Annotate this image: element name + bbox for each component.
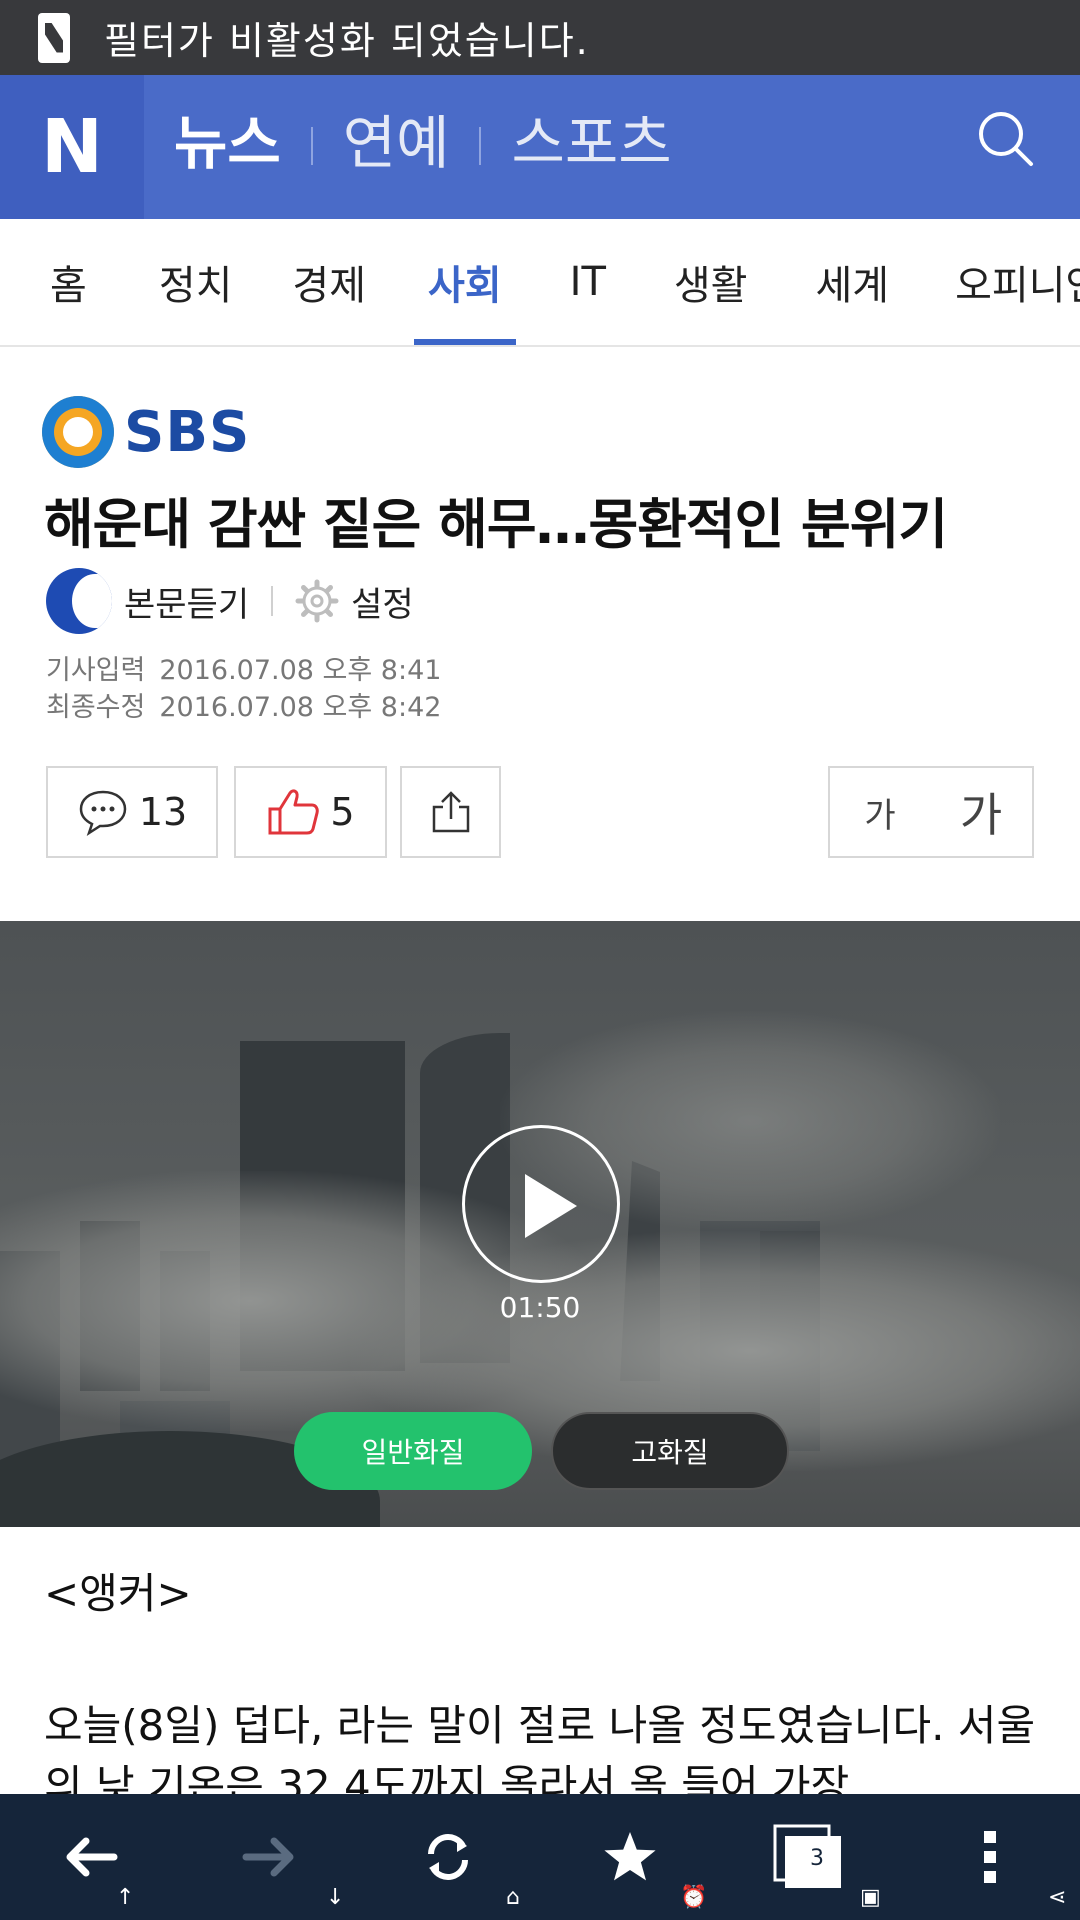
tabs-icon xyxy=(773,1824,841,1888)
listen-icon[interactable] xyxy=(46,568,112,634)
arrow-up-icon: ↑ xyxy=(116,1885,135,1910)
section-tabs: 뉴스 연예 스포츠 xyxy=(174,96,672,180)
more-vert-icon xyxy=(984,1831,996,1883)
category-opinion[interactable]: 오피니언 xyxy=(955,219,1080,345)
share-small-icon: ⋖ xyxy=(1048,1885,1067,1910)
arrow-right-icon xyxy=(242,1837,294,1877)
tab-entertainment[interactable]: 연예 xyxy=(343,96,450,180)
listen-label[interactable]: 본문듣기 xyxy=(124,577,249,626)
category-economy[interactable]: 경제 xyxy=(292,219,366,345)
back-button[interactable]: ↑ xyxy=(30,1794,150,1920)
modified-date: 2016.07.08 오후 8:42 xyxy=(159,692,442,723)
press-logo[interactable]: SBS xyxy=(42,396,250,468)
tabs-button[interactable]: 3 ▣ xyxy=(748,1794,881,1920)
play-button[interactable] xyxy=(462,1125,620,1283)
category-home[interactable]: 홈 xyxy=(50,219,87,345)
category-politics[interactable]: 정치 xyxy=(159,219,233,345)
arrow-left-icon xyxy=(66,1837,118,1877)
category-world[interactable]: 세계 xyxy=(815,219,889,345)
article-headline: 해운대 감싼 짙은 해무…몽환적인 분위기 xyxy=(44,493,948,556)
alarm-icon: ⏰ xyxy=(680,1885,708,1910)
comment-count: 13 xyxy=(138,790,188,834)
video-player[interactable]: 01:50 일반화질 고화질 xyxy=(0,921,1080,1527)
menu-button[interactable]: ⋖ xyxy=(930,1794,1066,1920)
share-icon xyxy=(432,791,469,833)
arrow-down-icon: ↓ xyxy=(326,1885,345,1910)
site-header: N 뉴스 연예 스포츠 xyxy=(0,75,1080,219)
browser-bottom-bar: ↑ ↓ ⌂ ⏰ 3 ▣ ⋖ xyxy=(0,1794,1080,1920)
refresh-button[interactable]: ⌂ xyxy=(388,1794,520,1920)
naver-logo[interactable]: N xyxy=(0,75,144,219)
download-icon: ▣ xyxy=(860,1885,881,1910)
tab-sports[interactable]: 스포츠 xyxy=(511,96,671,180)
font-smaller-button[interactable]: 가 xyxy=(828,766,932,858)
comment-icon xyxy=(79,790,127,836)
article-tools: 본문듣기 설정 xyxy=(46,568,414,634)
search-icon[interactable] xyxy=(976,109,1036,169)
thumbs-up-icon xyxy=(268,789,320,835)
category-society[interactable]: 사회 xyxy=(414,219,516,345)
tab-count: 3 xyxy=(810,1846,824,1871)
gear-icon[interactable] xyxy=(295,579,339,623)
like-count: 5 xyxy=(330,790,355,834)
share-button[interactable] xyxy=(400,766,501,858)
comment-button[interactable]: 13 xyxy=(46,766,218,858)
video-duration: 01:50 xyxy=(499,1291,581,1324)
press-name: SBS xyxy=(124,399,251,465)
like-button[interactable]: 5 xyxy=(234,766,387,858)
bookmark-button[interactable]: ⏰ xyxy=(570,1794,707,1920)
published-label: 기사입력 xyxy=(46,655,146,686)
category-it[interactable]: IT xyxy=(570,219,606,345)
published-date: 2016.07.08 오후 8:41 xyxy=(159,655,442,686)
notification-bar: 필터가 비활성화 되었습니다. xyxy=(0,0,1080,75)
quality-high-button[interactable]: 고화질 xyxy=(551,1412,789,1490)
divider xyxy=(310,127,313,165)
divider xyxy=(271,586,274,616)
forward-button[interactable]: ↓ xyxy=(210,1794,344,1920)
category-life[interactable]: 생활 xyxy=(674,219,748,345)
quality-normal-button[interactable]: 일반화질 xyxy=(294,1412,532,1490)
modified-label: 최종수정 xyxy=(46,692,146,723)
refresh-icon xyxy=(428,1834,468,1880)
divider xyxy=(479,127,482,165)
star-icon xyxy=(604,1832,656,1881)
app-notification-icon xyxy=(38,12,70,63)
anchor-label: <앵커> xyxy=(44,1569,192,1618)
home-icon: ⌂ xyxy=(506,1885,520,1910)
article-dates: 기사입력 2016.07.08 오후 8:41 최종수정 2016.07.08 오후… xyxy=(46,652,441,726)
font-larger-button[interactable]: 가 xyxy=(930,766,1034,858)
sbs-logo-icon xyxy=(42,396,114,468)
notification-message: 필터가 비활성화 되었습니다. xyxy=(104,19,590,63)
settings-label[interactable]: 설정 xyxy=(351,577,414,626)
category-nav: 홈 정치 경제 사회 IT 생활 세계 오피니언 xyxy=(0,219,1080,347)
tab-news[interactable]: 뉴스 xyxy=(174,96,281,180)
